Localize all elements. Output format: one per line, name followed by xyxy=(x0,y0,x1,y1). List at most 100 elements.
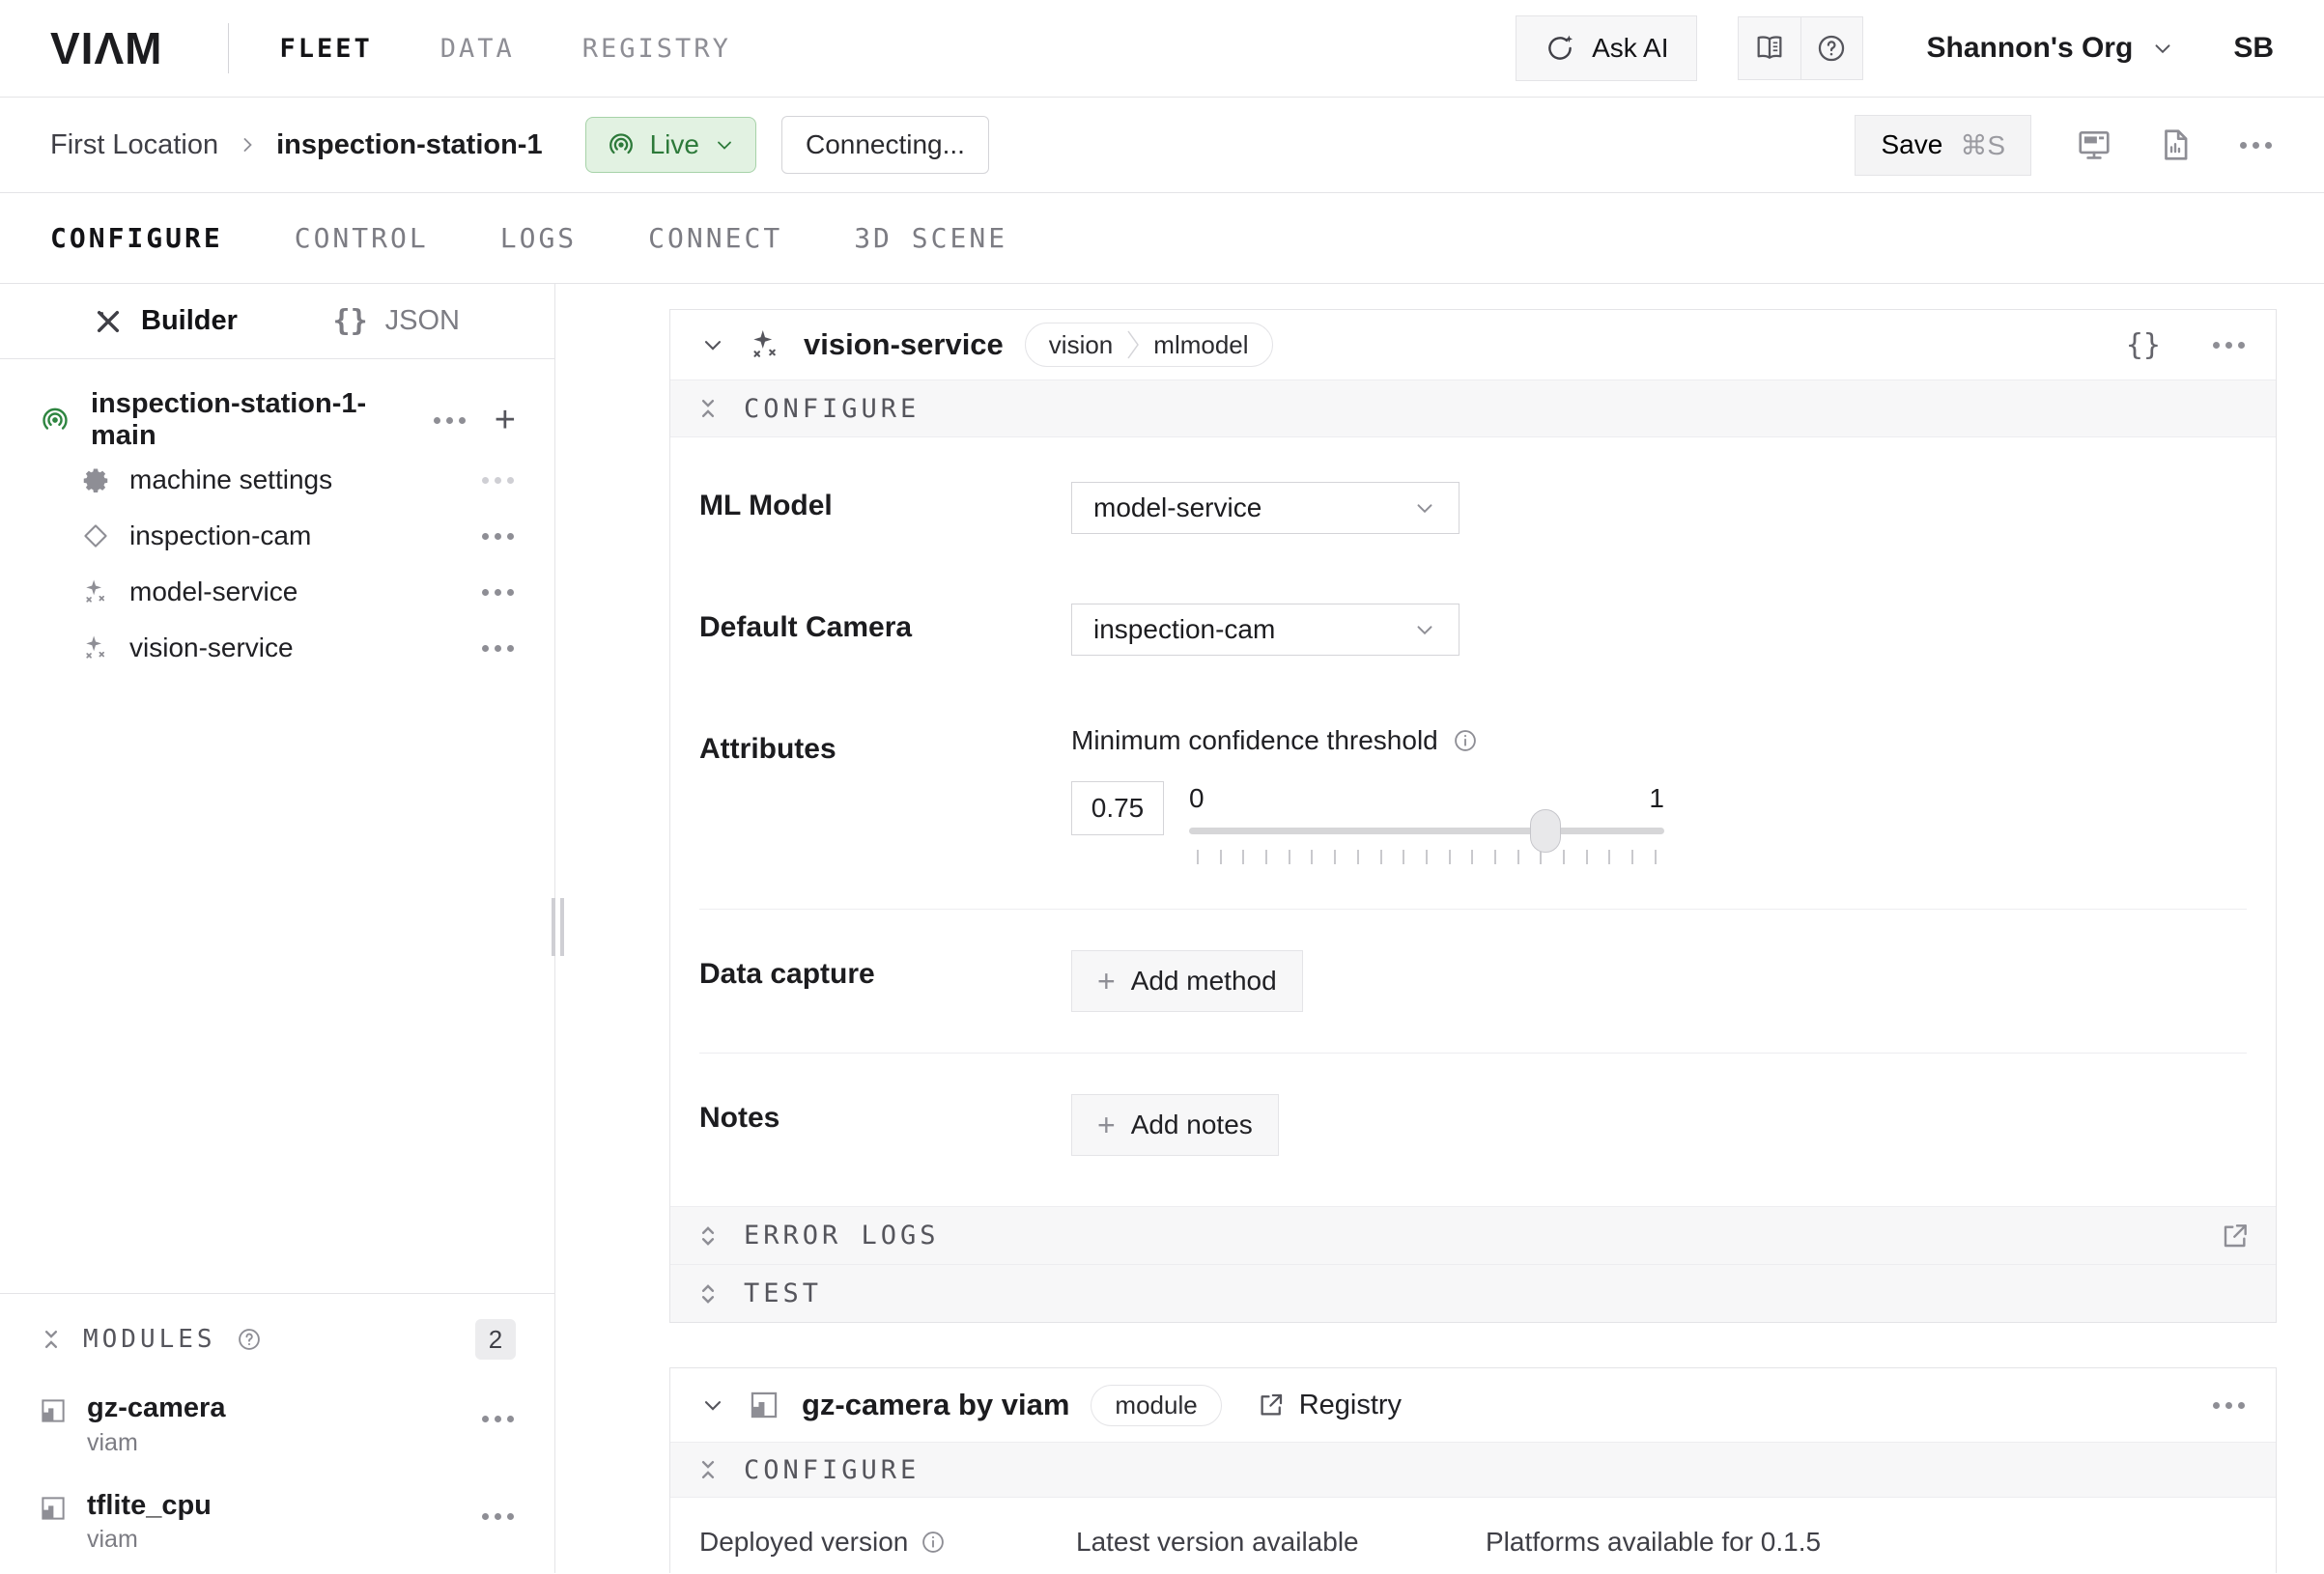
top-nav-tabs: FLEET DATA REGISTRY xyxy=(279,34,730,64)
module-name: tflite_cpu xyxy=(87,1490,212,1522)
chevron-down-icon xyxy=(713,133,736,156)
live-status-label: Live xyxy=(650,129,699,160)
info-icon[interactable] xyxy=(920,1529,947,1556)
book-icon xyxy=(1753,32,1786,65)
documentation-button[interactable] xyxy=(1739,17,1800,79)
configure-body: Builder {} JSON inspection xyxy=(0,284,2324,1573)
threshold-slider: 0 1 xyxy=(1189,781,1664,864)
gz-camera-card-menu-button[interactable] xyxy=(2211,1396,2247,1415)
tree-item-machine-main[interactable]: inspection-station-1-main + xyxy=(0,388,554,452)
module-item-tflite-cpu[interactable]: tflite_cpu viam xyxy=(39,1490,516,1554)
registry-label: Registry xyxy=(1299,1390,1402,1421)
add-notes-button[interactable]: + Add notes xyxy=(1071,1094,1279,1156)
module-item-gz-camera[interactable]: gz-camera viam xyxy=(39,1392,516,1456)
data-capture-row: Data capture + Add method xyxy=(699,910,2247,1012)
nav-divider xyxy=(228,23,229,73)
sidebar-spacer xyxy=(0,676,554,1293)
ml-model-select[interactable]: model-service xyxy=(1071,482,1460,534)
threshold-label: Minimum confidence threshold xyxy=(1071,725,1438,756)
save-button[interactable]: Save ⌘S xyxy=(1855,115,2031,176)
tab-control[interactable]: CONTROL xyxy=(295,222,429,254)
notes-label: Notes xyxy=(699,1094,1071,1156)
latest-version-label: Latest version available xyxy=(1076,1527,1359,1558)
default-camera-label: Default Camera xyxy=(699,604,1071,656)
inspection-cam-menu-button[interactable] xyxy=(480,527,516,546)
vision-configure-section-bar[interactable]: CONFIGURE xyxy=(670,379,2276,437)
info-icon[interactable] xyxy=(1452,727,1479,754)
add-component-button[interactable]: + xyxy=(495,402,516,438)
breadcrumb-chevron-icon xyxy=(236,133,259,156)
add-method-button[interactable]: + Add method xyxy=(1071,950,1303,1012)
org-switcher[interactable]: Shannon's Org xyxy=(1927,32,2176,65)
slider-ticks xyxy=(1189,850,1664,864)
live-status-dropdown[interactable]: Live xyxy=(585,117,756,173)
tree-item-machine-settings[interactable]: machine settings xyxy=(0,452,554,508)
builder-label: Builder xyxy=(141,305,238,337)
collapse-icon xyxy=(695,1457,721,1482)
tab-3d-scene[interactable]: 3D SCENE xyxy=(854,222,1007,254)
overflow-menu-button[interactable] xyxy=(2238,136,2274,155)
test-section-bar[interactable]: TEST xyxy=(670,1264,2276,1322)
machine-settings-menu-button[interactable] xyxy=(480,471,516,490)
report-doc-button[interactable] xyxy=(2157,126,2194,163)
modules-heading: MODULES xyxy=(83,1325,216,1354)
tab-connect[interactable]: CONNECT xyxy=(648,222,782,254)
slider-handle[interactable] xyxy=(1530,809,1561,853)
tflite-cpu-menu-button[interactable] xyxy=(480,1507,516,1526)
tag-vision: vision xyxy=(1049,330,1113,360)
error-logs-section-bar[interactable]: ERROR LOGS xyxy=(670,1206,2276,1264)
model-service-menu-button[interactable] xyxy=(480,583,516,602)
help-button[interactable] xyxy=(1800,17,1862,79)
threshold-input[interactable] xyxy=(1071,781,1164,835)
breadcrumb-location-link[interactable]: First Location xyxy=(50,129,218,161)
module-org: viam xyxy=(87,1429,225,1457)
chevron-down-icon[interactable] xyxy=(699,331,726,358)
gz-camera-menu-button[interactable] xyxy=(480,1410,516,1428)
nav-tab-fleet[interactable]: FLEET xyxy=(279,34,372,64)
expand-icon xyxy=(695,1281,721,1307)
plus-icon: + xyxy=(1097,966,1116,997)
machine-header-bar: First Location inspection-station-1 Live xyxy=(0,98,2324,193)
question-circle-icon[interactable] xyxy=(236,1326,263,1353)
machine-part-tree: inspection-station-1-main + machine sett… xyxy=(0,359,554,676)
chevron-down-icon xyxy=(1412,495,1437,520)
json-mode-toggle[interactable]: {} JSON xyxy=(333,304,460,338)
nav-tab-registry[interactable]: REGISTRY xyxy=(582,34,731,64)
gz-camera-card-header: gz-camera by viam module Registry xyxy=(670,1368,2276,1442)
notes-row: Notes + Add notes xyxy=(699,1054,2247,1206)
modules-count-badge: 2 xyxy=(475,1319,516,1360)
gz-camera-configure-section-bar[interactable]: CONFIGURE xyxy=(670,1442,2276,1498)
vision-service-menu-button[interactable] xyxy=(480,639,516,658)
editor-mode-toggle: Builder {} JSON xyxy=(0,284,554,359)
default-camera-select[interactable]: inspection-cam xyxy=(1071,604,1460,656)
tab-logs[interactable]: LOGS xyxy=(500,222,577,254)
viam-logo[interactable]: VIΛM xyxy=(50,22,162,74)
vision-card-menu-button[interactable] xyxy=(2211,336,2247,354)
builder-mode-toggle[interactable]: Builder xyxy=(93,305,238,337)
slider-max-label: 1 xyxy=(1649,783,1664,814)
machine-main-menu-button[interactable] xyxy=(432,411,468,430)
plus-icon: + xyxy=(1097,1110,1116,1140)
connection-status-button[interactable]: Connecting... xyxy=(781,116,989,174)
tab-configure[interactable]: CONFIGURE xyxy=(50,222,223,254)
vision-service-card-header: vision-service vision mlmodel {} xyxy=(670,310,2276,379)
sidebar-resize-handle[interactable] xyxy=(550,898,566,956)
tree-item-inspection-cam[interactable]: inspection-cam xyxy=(0,508,554,564)
chevron-down-icon[interactable] xyxy=(699,1391,726,1419)
question-circle-icon xyxy=(1815,32,1848,65)
tree-item-vision-service[interactable]: vision-service xyxy=(0,620,554,676)
ml-model-value: model-service xyxy=(1093,492,1261,523)
user-avatar[interactable]: SB xyxy=(2233,32,2274,65)
nav-tab-data[interactable]: DATA xyxy=(440,34,515,64)
monitor-button[interactable] xyxy=(2076,126,2112,163)
view-json-button[interactable]: {} xyxy=(2126,328,2161,362)
module-icon xyxy=(39,1396,68,1425)
collapse-icon[interactable] xyxy=(39,1327,64,1352)
tree-item-model-service[interactable]: model-service xyxy=(0,564,554,620)
slider-track[interactable] xyxy=(1189,828,1664,834)
default-camera-value: inspection-cam xyxy=(1093,614,1275,645)
registry-link[interactable]: Registry xyxy=(1257,1390,1402,1421)
open-logs-external-button[interactable] xyxy=(2220,1221,2251,1251)
ask-ai-button[interactable]: Ask AI xyxy=(1516,15,1696,81)
gz-camera-module-card: gz-camera by viam module Registry xyxy=(669,1367,2277,1573)
